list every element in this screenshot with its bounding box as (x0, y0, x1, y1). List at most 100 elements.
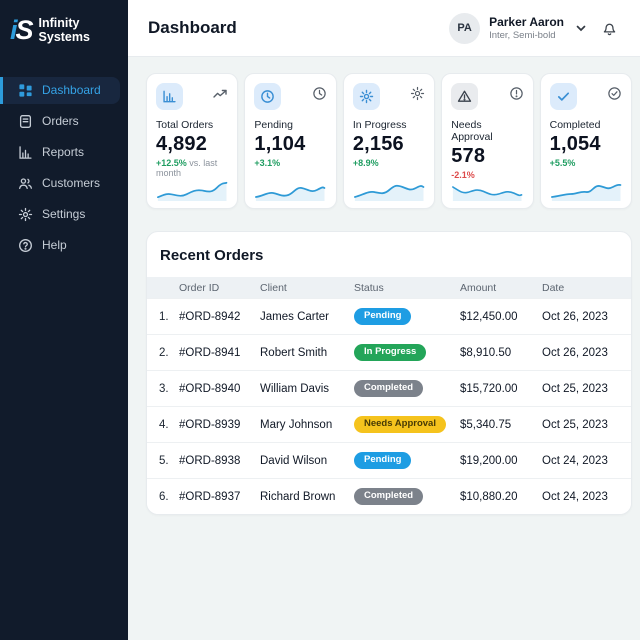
row-index: 2. (159, 346, 169, 359)
amount: $19,200.00 (460, 454, 518, 467)
status-badge: Needs Approval (354, 416, 446, 433)
row-index: 5. (159, 454, 169, 467)
amount: $10,880.20 (460, 490, 518, 503)
order-id: #ORD-8937 (179, 490, 241, 503)
stat-value: 578 (451, 145, 486, 167)
status-badge: Pending (354, 308, 412, 325)
stat-delta: -2.1% (451, 170, 475, 180)
user-menu[interactable]: PA Parker Aaron Inter, Semi-bold (449, 12, 587, 44)
date: Oct 24, 2023 (542, 490, 608, 503)
avatar: PA (449, 12, 481, 44)
column-header-status: Status (354, 281, 384, 294)
stat-delta: +3.1% (254, 158, 281, 168)
sidebar-item-label: Dashboard (42, 83, 101, 98)
sidebar-item-label: Reports (42, 145, 85, 160)
sidebar: iS Infinity Systems Dashboard Orders Rep… (0, 0, 128, 640)
page-title: Dashboard (148, 18, 237, 37)
status-badge: In Progress (354, 344, 427, 361)
table-row: 1. #ORD-8942 James Carter Pending $12,45… (147, 298, 631, 334)
main-content: Total Orders 4,892 +12.5% vs. last month… (128, 57, 640, 640)
row-index: 6. (159, 490, 169, 503)
grid-icon (19, 84, 32, 97)
row-index: 1. (159, 310, 169, 323)
stat-card-pending: Pending 1,104 +3.1% (244, 73, 337, 209)
column-header-amount: Amount (460, 281, 497, 294)
gear-icon (359, 89, 374, 104)
check-icon (557, 92, 569, 101)
notification-bell-button[interactable] (601, 20, 618, 37)
order-id: #ORD-8941 (179, 346, 241, 359)
chevron-down-icon (576, 25, 586, 32)
stat-delta: +8.9% (352, 158, 379, 168)
client-name: Robert Smith (260, 346, 328, 359)
row-index: 3. (159, 382, 169, 395)
warning-triangle-icon (458, 90, 472, 102)
amount: $8,910.50 (460, 346, 512, 359)
sidebar-nav: Dashboard Orders Reports Customers Setti… (0, 76, 128, 259)
brand-logo: iS Infinity Systems (0, 0, 128, 63)
table-row: 2. #ORD-8941 Robert Smith In Progress $8… (147, 334, 631, 370)
bar-chart-icon (163, 90, 176, 103)
client-name: Mary Johnson (260, 418, 333, 431)
table-header-row: Order ID Client Status Amount Date (147, 277, 631, 298)
gear-icon (411, 86, 425, 101)
stat-label: In Progress (352, 119, 407, 131)
amount: $12,450.00 (460, 310, 518, 323)
app-window: iS Infinity Systems Dashboard Orders Rep… (0, 0, 640, 640)
date: Oct 26, 2023 (542, 346, 608, 359)
help-circle-icon (19, 238, 32, 252)
order-id: #ORD-8939 (179, 418, 241, 431)
client-name: Richard Brown (260, 490, 336, 503)
stat-value: 1,104 (254, 133, 306, 155)
alert-circle-icon (509, 87, 523, 100)
order-id: #ORD-8940 (179, 382, 241, 395)
column-header-client: Client (260, 281, 287, 294)
date: Oct 24, 2023 (542, 454, 608, 467)
sidebar-item-label: Customers (42, 176, 101, 191)
sidebar-item-orders[interactable]: Orders (0, 108, 120, 135)
check-circle-icon (608, 87, 621, 100)
date: Oct 26, 2023 (542, 310, 608, 323)
date: Oct 25, 2023 (542, 382, 608, 395)
table-row: 3. #ORD-8940 William Davis Completed $15… (147, 370, 631, 406)
sidebar-item-customers[interactable]: Customers (0, 170, 120, 197)
user-name: Parker Aaron (489, 15, 564, 29)
column-header-order-id: Order ID (179, 281, 220, 294)
stat-label: Completed (549, 119, 601, 131)
order-id: #ORD-8942 (179, 310, 241, 323)
sidebar-item-settings[interactable]: Settings (0, 201, 120, 228)
sidebar-item-label: Help (42, 238, 67, 253)
column-header-date: Date (542, 281, 565, 294)
stat-delta: +5.5% (549, 158, 576, 168)
client-name: James Carter (260, 310, 330, 323)
stat-label: Total Orders (156, 119, 214, 131)
user-subtitle: Inter, Semi-bold (489, 30, 556, 41)
clock-icon (261, 90, 275, 103)
top-header: Dashboard PA Parker Aaron Inter, Semi-bo… (128, 0, 640, 57)
order-id: #ORD-8938 (179, 454, 241, 467)
sidebar-item-reports[interactable]: Reports (0, 139, 120, 166)
client-name: David Wilson (260, 454, 328, 467)
logo-mark-icon: iS (10, 14, 34, 45)
sparkline-chart (452, 186, 523, 201)
bell-icon (603, 23, 616, 35)
brand-name: Infinity Systems (38, 16, 90, 45)
stat-card-in-progress: In Progress 2,156 +8.9% (342, 73, 436, 209)
sidebar-item-dashboard[interactable]: Dashboard (0, 76, 120, 104)
status-badge: Completed (354, 380, 424, 397)
sidebar-item-help[interactable]: Help (0, 232, 120, 259)
users-icon (19, 178, 32, 189)
trend-up-icon (213, 89, 228, 98)
stat-label: Needs Approval (451, 119, 493, 143)
client-name: William Davis (260, 382, 329, 395)
sparkline-chart (550, 183, 621, 201)
sparkline-chart (353, 184, 425, 201)
status-badge: Completed (354, 488, 424, 505)
clock-icon (313, 87, 326, 100)
stat-value: 1,054 (549, 133, 601, 155)
document-icon (19, 114, 32, 128)
date: Oct 25, 2023 (542, 418, 608, 431)
table-row: 6. #ORD-8937 Richard Brown Completed $10… (147, 478, 631, 514)
stat-value: 4,892 (156, 133, 208, 155)
amount: $5,340.75 (460, 418, 512, 431)
